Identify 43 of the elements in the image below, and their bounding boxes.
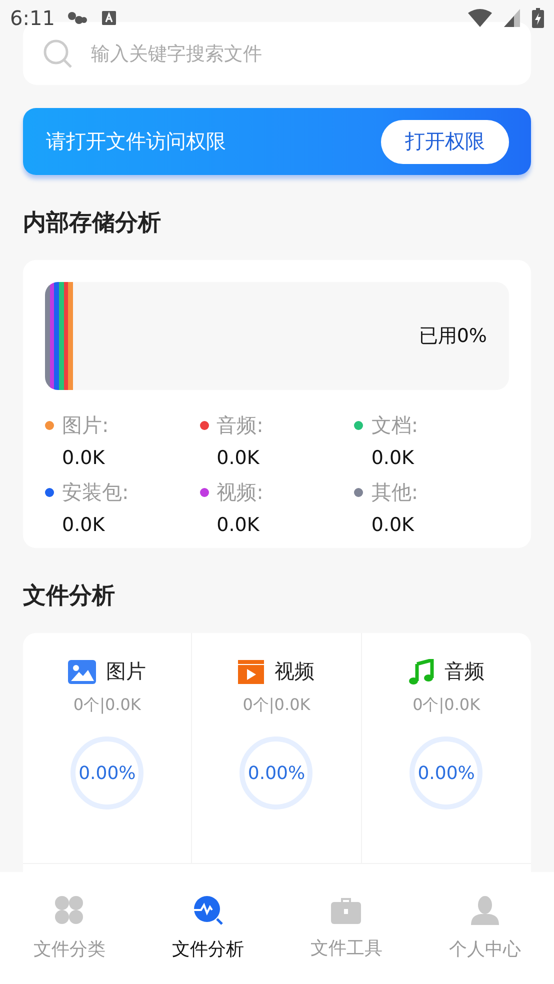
percent-text: 0.00% [248,762,306,784]
person-icon [470,895,500,925]
music-note-icon [408,658,434,684]
signal-icon [504,9,520,27]
file-count: 0个|0.0K [73,695,141,716]
file-type-name: 图片 [106,658,146,685]
legend-label: 音频: [216,412,264,439]
legend-label: 安装包: [62,479,129,506]
chart-search-icon [192,895,223,925]
file-count: 0个|0.0K [242,695,310,716]
legend-label: 图片: [62,412,109,439]
legend-value: 0.0K [371,447,416,469]
legend-value: 0.0K [216,447,260,469]
video-icon [238,660,264,684]
file-type-name: 音频 [444,658,484,685]
file-type-tile[interactable]: 图片 0个|0.0K 0.00% [23,633,192,864]
battery-icon [532,8,544,28]
usage-text: 已用0% [418,324,487,349]
grid-icon [54,895,84,925]
search-icon [43,38,73,68]
percent-text: 0.00% [418,762,475,784]
banner-message: 请打开文件访问权限 [46,128,226,155]
file-type-tile[interactable]: 音频 0个|0.0K 0.00% [362,633,531,864]
briefcase-icon [331,896,362,924]
section-title: 内部存储分析 [23,209,162,238]
legend-label: 其他: [371,479,418,506]
file-type-tile[interactable]: 视频 0个|0.0K 0.00% [192,633,362,864]
open-permission-button[interactable]: 打开权限 [381,120,509,164]
legend-value: 0.0K [62,447,106,469]
percent-text: 0.00% [78,762,136,784]
file-count: 0个|0.0K [412,695,480,716]
legend-label: 文档: [371,412,418,439]
nav-tab[interactable]: 文件分析 [138,872,277,984]
search-input[interactable]: 输入关键字搜索文件 [89,42,511,66]
wifi-icon [468,9,492,27]
legend-value: 0.0K [371,514,416,536]
legend-value: 0.0K [216,514,260,536]
legend-value: 0.0K [62,514,106,536]
file-type-name: 视频 [274,658,314,685]
text-icon [100,10,117,26]
image-icon [68,660,96,684]
legend-label: 视频: [216,479,264,506]
section-title: 文件分析 [23,582,116,611]
